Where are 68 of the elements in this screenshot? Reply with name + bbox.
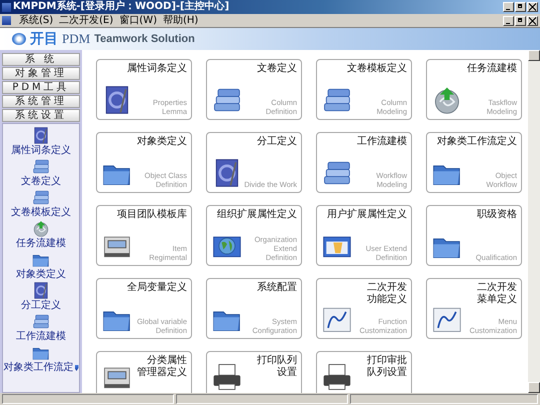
- card-title: 分类属性: [147, 355, 187, 366]
- card-title: 任务流建模: [467, 63, 517, 75]
- logo-text: 开目: [30, 30, 58, 48]
- section-button[interactable]: 系 统: [2, 53, 80, 66]
- card-title: 系统配置: [257, 282, 297, 294]
- product-name: PDM: [62, 31, 90, 47]
- card-title: 二次开发: [367, 282, 407, 294]
- sidebar-item[interactable]: 对象类定义: [16, 250, 66, 281]
- card-title: 设置: [277, 367, 297, 379]
- card-title: 属性词条定义: [127, 63, 187, 75]
- card-title: 打印审批: [367, 355, 407, 366]
- card-title: 分工定义: [257, 136, 297, 148]
- card-title: 管理器定义: [137, 367, 187, 379]
- tagline: Teamwork Solution: [94, 33, 195, 45]
- module-card[interactable]: 分类属性 管理器定义: [96, 351, 192, 393]
- module-card[interactable]: 打印审批 队列设置: [316, 351, 412, 393]
- window-title: KMPDM系统-[登录用户：WOOD]-[主控中心]: [13, 0, 230, 14]
- section-button[interactable]: 系统管理: [2, 95, 80, 108]
- section-button[interactable]: 对象管理: [2, 67, 80, 80]
- restore-button[interactable]: [515, 2, 526, 12]
- section-button[interactable]: 系统设置: [2, 109, 80, 122]
- card-title: 全局变量定义: [127, 282, 187, 294]
- app-icon: [2, 2, 11, 12]
- scroll-down-icon[interactable]: [74, 365, 78, 371]
- item-label: 对象类工作流定: [4, 362, 74, 374]
- sidebar-item[interactable]: 文卷模板定义: [11, 188, 71, 219]
- item-label: 文卷模板定义: [11, 207, 71, 219]
- card-title: 文卷定义: [257, 63, 297, 75]
- sidebar-item[interactable]: 分工定义: [21, 281, 61, 312]
- vertical-scrollbar[interactable]: [528, 50, 540, 393]
- card-title: 队列设置: [367, 367, 407, 379]
- sidebar-item[interactable]: 文卷定义: [21, 157, 61, 188]
- card-title: 对象类工作流定义: [437, 136, 517, 148]
- item-label: 分工定义: [21, 300, 61, 312]
- sidebar-item[interactable]: 属性词条定义: [11, 126, 71, 157]
- card-title: 二次开发: [477, 282, 517, 294]
- item-label: 工作流建模: [16, 331, 66, 343]
- card-title: 用户扩展属性定义: [327, 209, 407, 221]
- menu-item[interactable]: 窗口(W): [119, 14, 157, 27]
- card-title: 打印队列: [257, 355, 297, 366]
- card-title: 工作流建模: [357, 136, 407, 148]
- card-title: 菜单定义: [477, 294, 517, 306]
- sidebar-item[interactable]: 任务流建模: [16, 219, 66, 250]
- card-title: 功能定义: [367, 294, 407, 306]
- close-button[interactable]: [527, 2, 538, 12]
- card-title: 对象类定义: [137, 136, 187, 148]
- item-label: 任务流建模: [16, 238, 66, 250]
- menu-item[interactable]: 帮助(H): [162, 14, 198, 27]
- card-title: 文卷模板定义: [347, 63, 407, 75]
- minimize-button[interactable]: [503, 16, 514, 26]
- item-label: 对象类定义: [16, 269, 66, 281]
- item-label: 属性词条定义: [11, 145, 71, 157]
- minimize-button[interactable]: [503, 2, 514, 12]
- item-label: 文卷定义: [21, 176, 61, 188]
- printer-icon: [321, 361, 353, 393]
- module-card[interactable]: 打印队列 设置: [206, 351, 302, 393]
- menu-item[interactable]: 二次开发(E): [59, 14, 114, 27]
- logo-icon: [12, 33, 26, 45]
- card-title: 组织扩展属性定义: [217, 209, 297, 221]
- close-button[interactable]: [527, 16, 538, 26]
- card-title: 项目团队模板库: [117, 209, 187, 221]
- restore-button[interactable]: [515, 16, 526, 26]
- card-title: 职级资格: [477, 209, 517, 221]
- sidebar-item[interactable]: 工作流建模: [16, 312, 66, 343]
- sidebar-item[interactable]: 对象类工作流定: [4, 343, 78, 374]
- section-button[interactable]: PDM工具: [2, 81, 80, 94]
- menu-item[interactable]: 系统(S): [19, 14, 54, 27]
- printer-icon: [211, 361, 243, 393]
